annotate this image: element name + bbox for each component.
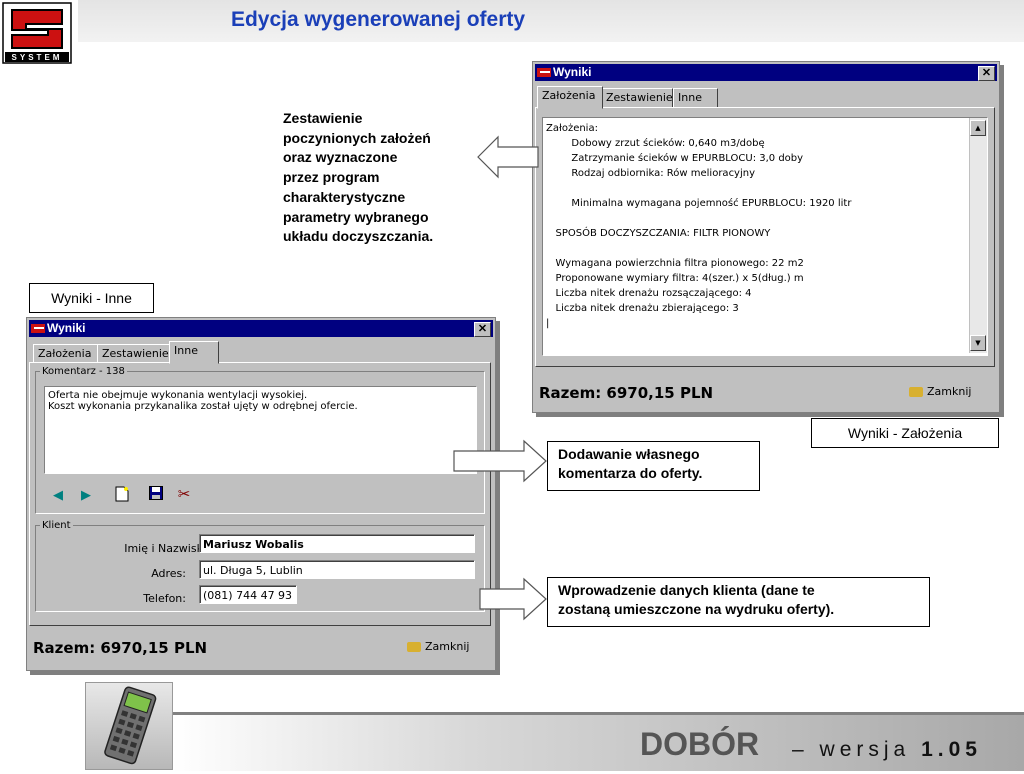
zamknij-button[interactable]: Zamknij xyxy=(909,385,971,398)
callout-line: układu doczyszczania. xyxy=(283,228,434,245)
callout-client: Wprowadzenie danych klienta (dane te zost… xyxy=(547,577,930,627)
calculator-graphic xyxy=(104,686,157,765)
assumptions-text: Założenia: Dobowy zrzut ścieków: 0,640 m… xyxy=(542,117,988,356)
caption-wyniki-inne: Wyniki - Inne xyxy=(29,283,154,313)
callout-line: Wprowadzenie danych klienta (dane te xyxy=(558,582,815,598)
assumptions-line: Rodzaj odbiornika: Rów melioracyjny xyxy=(546,168,756,179)
total-price: Razem: 6970,15 PLN xyxy=(33,639,208,657)
assumptions-line: Proponowane wymiary filtra: 4(szer.) x 5… xyxy=(546,273,804,284)
name-label: Imię i Nazwisko: xyxy=(124,542,213,555)
comment-lines: Oferta nie obejmuje wykonania wentylacji… xyxy=(45,387,476,412)
system-logo-graphic: SYSTEM xyxy=(2,2,72,64)
window-title: Wyniki xyxy=(47,321,86,335)
callout-assumptions-lines: Zestawienie poczynionych założeń oraz wyzn… xyxy=(283,109,483,247)
assumptions-line: Dobowy zrzut ścieków: 0,640 m3/dobę xyxy=(546,138,765,149)
callout-line: charakterystyczne xyxy=(283,188,406,205)
callout-line: parametry wybranego xyxy=(283,208,429,225)
vertical-scrollbar[interactable]: ▲ ▼ xyxy=(969,118,987,353)
zamknij-label: Zamknij xyxy=(425,640,470,653)
version-word: wersja xyxy=(819,738,911,761)
comment-line: Oferta nie obejmuje wykonania wentylacji… xyxy=(48,390,308,401)
pointing-hand-icon xyxy=(407,642,421,652)
callout-line: poczynionych założeń xyxy=(283,129,431,146)
comment-textarea[interactable]: Oferta nie obejmuje wykonania wentylacji… xyxy=(44,386,477,474)
assumptions-line xyxy=(546,181,987,196)
phone-label: Telefon: xyxy=(143,592,186,605)
name-field[interactable]: Mariusz Wobalis xyxy=(199,534,475,553)
assumptions-line: Założenia: xyxy=(546,123,598,134)
slide-title: Edycja wygenerowanej oferty xyxy=(230,8,526,31)
window-title: Wyniki xyxy=(553,65,592,79)
logo-text: SYSTEM xyxy=(12,53,63,62)
arrow-right-icon[interactable]: ▶ xyxy=(77,486,95,504)
tab-inne[interactable]: Inne xyxy=(673,88,718,108)
version-dash: – xyxy=(792,738,809,761)
assumptions-line: Zatrzymanie ścieków w EPURBLOCU: 3,0 dob… xyxy=(546,153,804,164)
arrow-left-icon xyxy=(477,135,539,179)
version-number: 1.05 xyxy=(921,738,982,761)
app-icon xyxy=(31,324,45,333)
window-close-button[interactable]: ✕ xyxy=(474,322,491,337)
address-field[interactable]: ul. Długa 5, Lublin xyxy=(199,560,475,579)
save-icon[interactable] xyxy=(147,486,165,504)
assumptions-line: | xyxy=(546,318,550,329)
assumptions-line xyxy=(546,211,987,226)
callout-line: zostaną umieszczone na wydruku oferty). xyxy=(558,601,835,617)
assumptions-line: Liczba nitek drenażu rozsączającego: 4 xyxy=(546,288,752,299)
total-price: Razem: 6970,15 PLN xyxy=(539,384,714,402)
arrow-right-icon xyxy=(453,439,547,483)
callout-comment: Dodawanie własnego komentarza do oferty. xyxy=(547,441,760,491)
version-text: – wersja 1.05 xyxy=(792,738,982,762)
zamknij-label: Zamknij xyxy=(927,385,972,398)
window-titlebar[interactable]: Wyniki ✕ xyxy=(535,64,997,81)
system-logo: SYSTEM xyxy=(2,2,72,64)
caption-wyniki-zalozenia: Wyniki - Założenia xyxy=(811,418,999,448)
tab-zalozenia[interactable]: Założenia xyxy=(33,344,101,364)
tab-zestawienie[interactable]: Zestawienie xyxy=(601,88,673,108)
assumptions-line: Minimalna wymagana pojemność EPURBLOCU: … xyxy=(546,198,852,209)
calculator-icon xyxy=(85,682,173,770)
comment-group-label: Komentarz - 138 xyxy=(42,366,125,377)
results-window-assumptions: Wyniki ✕ Założenia Zestawienie Inne Zało… xyxy=(532,61,1000,413)
callout-line: komentarza do oferty. xyxy=(558,465,703,481)
arrow-left-icon[interactable]: ◀ xyxy=(49,486,67,504)
scroll-down-arrow-icon[interactable]: ▼ xyxy=(970,335,986,351)
window-close-button[interactable]: ✕ xyxy=(978,66,995,81)
callout-assumptions-text: Zestawienie poczynionych założeń oraz wyzn… xyxy=(283,109,483,247)
scroll-up-arrow-icon[interactable]: ▲ xyxy=(970,120,986,136)
callout-line: przez program xyxy=(283,169,380,186)
window-titlebar[interactable]: Wyniki ✕ xyxy=(29,320,493,337)
results-window-other: Wyniki ✕ Założenia Zestawienie Inne Kome… xyxy=(26,317,496,671)
address-label: Adres: xyxy=(151,567,186,580)
phone-field[interactable]: (081) 744 47 93 xyxy=(199,585,297,604)
brand-name: DOBÓR xyxy=(640,726,760,762)
tab-zalozenia[interactable]: Założenia xyxy=(537,86,603,109)
zamknij-button[interactable]: Zamknij xyxy=(407,640,469,653)
scissors-icon[interactable]: ✂ xyxy=(175,486,193,504)
app-icon xyxy=(537,68,551,77)
callout-line: oraz wyznaczone xyxy=(283,149,398,166)
assumptions-line: SPOSÓB DOCZYSZCZANIA: FILTR PIONOWY xyxy=(546,228,771,239)
arrow-right-icon xyxy=(479,577,547,621)
callout-line: Zestawienie xyxy=(283,110,363,126)
assumptions-line: Liczba nitek drenażu zbierającego: 3 xyxy=(546,303,739,314)
callout-comment-lines: Dodawanie własnego komentarza do oferty. xyxy=(558,445,759,483)
new-document-icon[interactable] xyxy=(113,486,131,504)
assumptions-line: Wymagana powierzchnia filtra pionowego: … xyxy=(546,258,804,269)
assumptions-lines: Założenia: Dobowy zrzut ścieków: 0,640 m… xyxy=(543,118,987,331)
tab-zestawienie[interactable]: Zestawienie xyxy=(97,344,173,364)
save-glyph xyxy=(149,486,163,500)
new-document-glyph xyxy=(115,486,129,502)
comment-line: Koszt wykonania przykanalika został ujęt… xyxy=(48,401,358,412)
client-group-label: Klient xyxy=(42,520,71,531)
tab-inne[interactable]: Inne xyxy=(169,341,219,364)
callout-line: Dodawanie własnego xyxy=(558,446,700,462)
assumptions-line xyxy=(546,241,987,256)
pointing-hand-icon xyxy=(909,387,923,397)
callout-client-lines: Wprowadzenie danych klienta (dane te zost… xyxy=(558,581,929,619)
